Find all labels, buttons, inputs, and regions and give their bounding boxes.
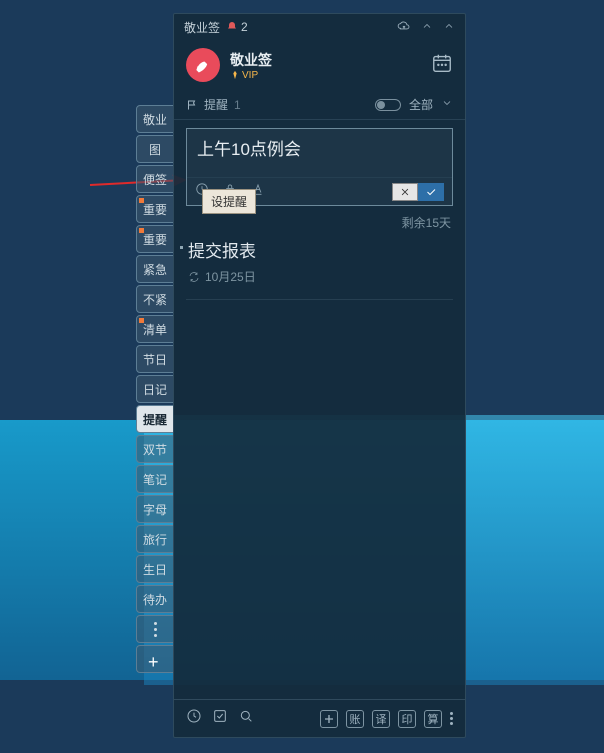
category-side-tabs: 敬业图便签重要重要紧急不紧清单节日日记提醒双节笔记字母旅行生日待办+ [136, 105, 174, 673]
sidebar-tab-15[interactable]: 生日 [136, 555, 174, 583]
sidebar-tab-0[interactable]: 敬业 [136, 105, 174, 133]
sidebar-tab-16[interactable]: 待办 [136, 585, 174, 613]
content-area: 设提醒 剩余15天 提交报表 10月25日 [174, 120, 465, 699]
reminder-item[interactable]: 提交报表 10月25日 [186, 233, 453, 289]
item-title: 提交报表 [188, 237, 451, 262]
confirm-button[interactable] [418, 183, 444, 201]
done-button[interactable] [212, 708, 228, 729]
app-name: 敬业签 [230, 50, 272, 70]
sidebar-tab-1[interactable]: 图 [136, 135, 174, 163]
sidebar-tab-9[interactable]: 日记 [136, 375, 174, 403]
sidebar-tab-8[interactable]: 节日 [136, 345, 174, 373]
divider [186, 299, 453, 300]
close-icon [400, 187, 410, 197]
filter-all[interactable]: 全部 [409, 96, 433, 113]
sidebar-tab-3[interactable]: 重要 [136, 195, 174, 223]
bottom-chip-1[interactable]: 译 [372, 710, 390, 728]
main-window: 敬业签 2 敬业签 VIP 提醒 1 全 [173, 13, 466, 738]
check-icon [425, 186, 437, 198]
section-toggle[interactable] [375, 99, 401, 111]
history-button[interactable] [186, 708, 202, 729]
bottom-chip-2[interactable]: 印 [398, 710, 416, 728]
bell-icon [226, 21, 238, 33]
sync-icon[interactable] [397, 19, 411, 36]
cancel-button[interactable] [392, 183, 418, 201]
reminder-tooltip: 设提醒 [202, 189, 256, 214]
title-bar-app-name: 敬业签 [184, 19, 220, 36]
chevron-down-icon[interactable] [441, 97, 453, 112]
flag-icon [186, 99, 198, 111]
sidebar-tab-14[interactable]: 旅行 [136, 525, 174, 553]
sidebar-tab-10[interactable]: 提醒 [136, 405, 174, 433]
sidebar-tab-6[interactable]: 不紧 [136, 285, 174, 313]
diamond-icon [230, 70, 240, 80]
search-button[interactable] [238, 708, 254, 729]
note-input[interactable] [187, 129, 452, 177]
app-logo[interactable] [186, 48, 220, 82]
section-count: 1 [234, 98, 241, 112]
sidebar-tab-4[interactable]: 重要 [136, 225, 174, 253]
sidebar-more-button[interactable] [136, 615, 174, 643]
sidebar-add-button[interactable]: + [136, 645, 174, 673]
sidebar-tab-2[interactable]: 便签 [136, 165, 174, 193]
calendar-button[interactable] [431, 52, 453, 79]
bottom-more-button[interactable] [450, 712, 453, 725]
expand-icon[interactable] [443, 20, 455, 35]
collapse-icon[interactable] [421, 20, 433, 35]
sidebar-tab-12[interactable]: 笔记 [136, 465, 174, 493]
add-button[interactable] [320, 710, 338, 728]
notification-indicator[interactable]: 2 [226, 20, 248, 34]
clock-icon [186, 708, 202, 724]
sidebar-tab-5[interactable]: 紧急 [136, 255, 174, 283]
vip-badge[interactable]: VIP [230, 70, 272, 81]
search-icon [238, 708, 254, 724]
bottom-chip-3[interactable]: 算 [424, 710, 442, 728]
bottom-bar: 账译印算 [174, 699, 465, 737]
sidebar-tab-13[interactable]: 字母 [136, 495, 174, 523]
notification-count: 2 [241, 20, 248, 34]
plus-icon [321, 711, 337, 727]
app-header: 敬业签 VIP [174, 40, 465, 90]
sidebar-tab-11[interactable]: 双节 [136, 435, 174, 463]
checkbox-icon [212, 708, 228, 724]
section-title: 提醒 [204, 96, 228, 113]
title-bar: 敬业签 2 [174, 14, 465, 40]
repeat-icon [188, 271, 200, 283]
calendar-icon [431, 52, 453, 74]
bottom-chip-0[interactable]: 账 [346, 710, 364, 728]
item-date-row: 10月25日 [188, 268, 451, 285]
sidebar-tab-7[interactable]: 清单 [136, 315, 174, 343]
section-bar: 提醒 1 全部 [174, 90, 465, 120]
